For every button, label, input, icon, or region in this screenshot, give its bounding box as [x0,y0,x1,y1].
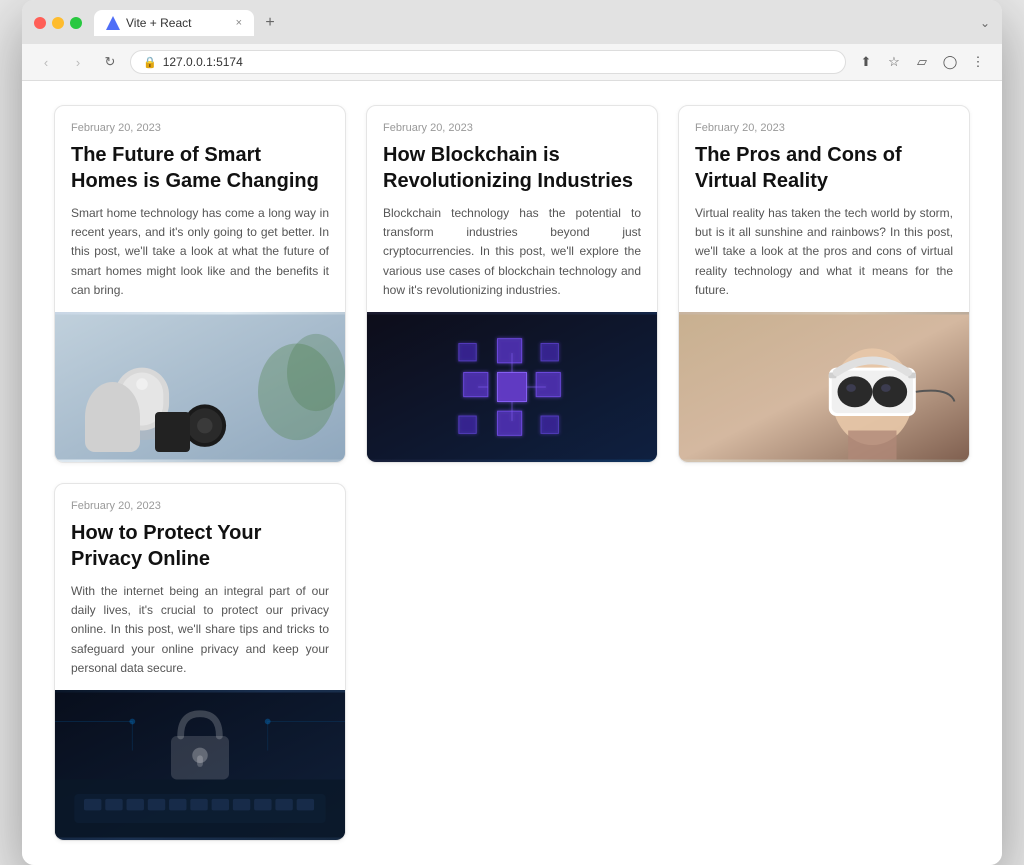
card-content: February 20, 2023 How Blockchain is Revo… [367,106,657,312]
share-button[interactable]: ⬆ [854,50,878,74]
tab-title: Vite + React [126,16,191,30]
maximize-button[interactable] [70,17,82,29]
browser-window: Vite + React × + ⌄ ‹ › ↻ 🔒 127.0.0.1:517… [22,0,1002,865]
card-title: The Pros and Cons of Virtual Reality [695,142,953,194]
browser-toolbar: ‹ › ↻ 🔒 127.0.0.1:5174 ⬆ ☆ ▱ ◯ ⋮ [22,44,1002,81]
card-title: How Blockchain is Revolutionizing Indust… [383,142,641,194]
blog-card-privacy[interactable]: February 20, 2023 How to Protect Your Pr… [54,483,346,841]
tab-favicon [106,16,120,30]
address-lock-icon: 🔒 [143,56,157,69]
close-button[interactable] [34,17,46,29]
active-tab[interactable]: Vite + React × [94,10,254,36]
card-date: February 20, 2023 [71,500,329,512]
minimize-button[interactable] [52,17,64,29]
forward-button[interactable]: › [66,50,90,74]
card-excerpt: Blockchain technology has the potential … [383,204,641,300]
card-excerpt: Virtual reality has taken the tech world… [695,204,953,300]
card-date: February 20, 2023 [383,122,641,134]
toolbar-actions: ⬆ ☆ ▱ ◯ ⋮ [854,50,990,74]
sidebar-button[interactable]: ▱ [910,50,934,74]
blog-card-blockchain[interactable]: February 20, 2023 How Blockchain is Revo… [366,105,658,463]
card-excerpt: Smart home technology has come a long wa… [71,204,329,300]
page-content: February 20, 2023 The Future of Smart Ho… [22,81,1002,865]
card-image-vr [679,312,969,462]
refresh-button[interactable]: ↻ [98,50,122,74]
more-menu-button[interactable]: ⋮ [966,50,990,74]
card-image-smarthome [55,312,345,462]
tab-close-button[interactable]: × [236,17,242,29]
browser-titlebar: Vite + React × + ⌄ [22,0,1002,44]
bookmark-button[interactable]: ☆ [882,50,906,74]
blog-grid-top: February 20, 2023 The Future of Smart Ho… [54,105,970,463]
blog-card-smarthome[interactable]: February 20, 2023 The Future of Smart Ho… [54,105,346,463]
profile-button[interactable]: ◯ [938,50,962,74]
blog-card-vr[interactable]: February 20, 2023 The Pros and Cons of V… [678,105,970,463]
card-title: How to Protect Your Privacy Online [71,520,329,572]
card-image-privacy [55,690,345,840]
address-bar[interactable]: 🔒 127.0.0.1:5174 [130,50,846,74]
back-button[interactable]: ‹ [34,50,58,74]
card-excerpt: With the internet being an integral part… [71,582,329,678]
address-text: 127.0.0.1:5174 [163,55,243,69]
card-date: February 20, 2023 [71,122,329,134]
card-content: February 20, 2023 The Future of Smart Ho… [55,106,345,312]
card-image-blockchain [367,312,657,462]
window-maximize-icon[interactable]: ⌄ [980,16,990,30]
traffic-lights [34,17,82,29]
titlebar-top: Vite + React × + ⌄ [34,10,990,36]
tab-bar: Vite + React × + ⌄ [94,10,990,36]
blog-grid-bottom: February 20, 2023 How to Protect Your Pr… [54,483,970,841]
card-content: February 20, 2023 The Pros and Cons of V… [679,106,969,312]
new-tab-button[interactable]: + [258,11,282,35]
card-date: February 20, 2023 [695,122,953,134]
card-content: February 20, 2023 How to Protect Your Pr… [55,484,345,690]
card-title: The Future of Smart Homes is Game Changi… [71,142,329,194]
